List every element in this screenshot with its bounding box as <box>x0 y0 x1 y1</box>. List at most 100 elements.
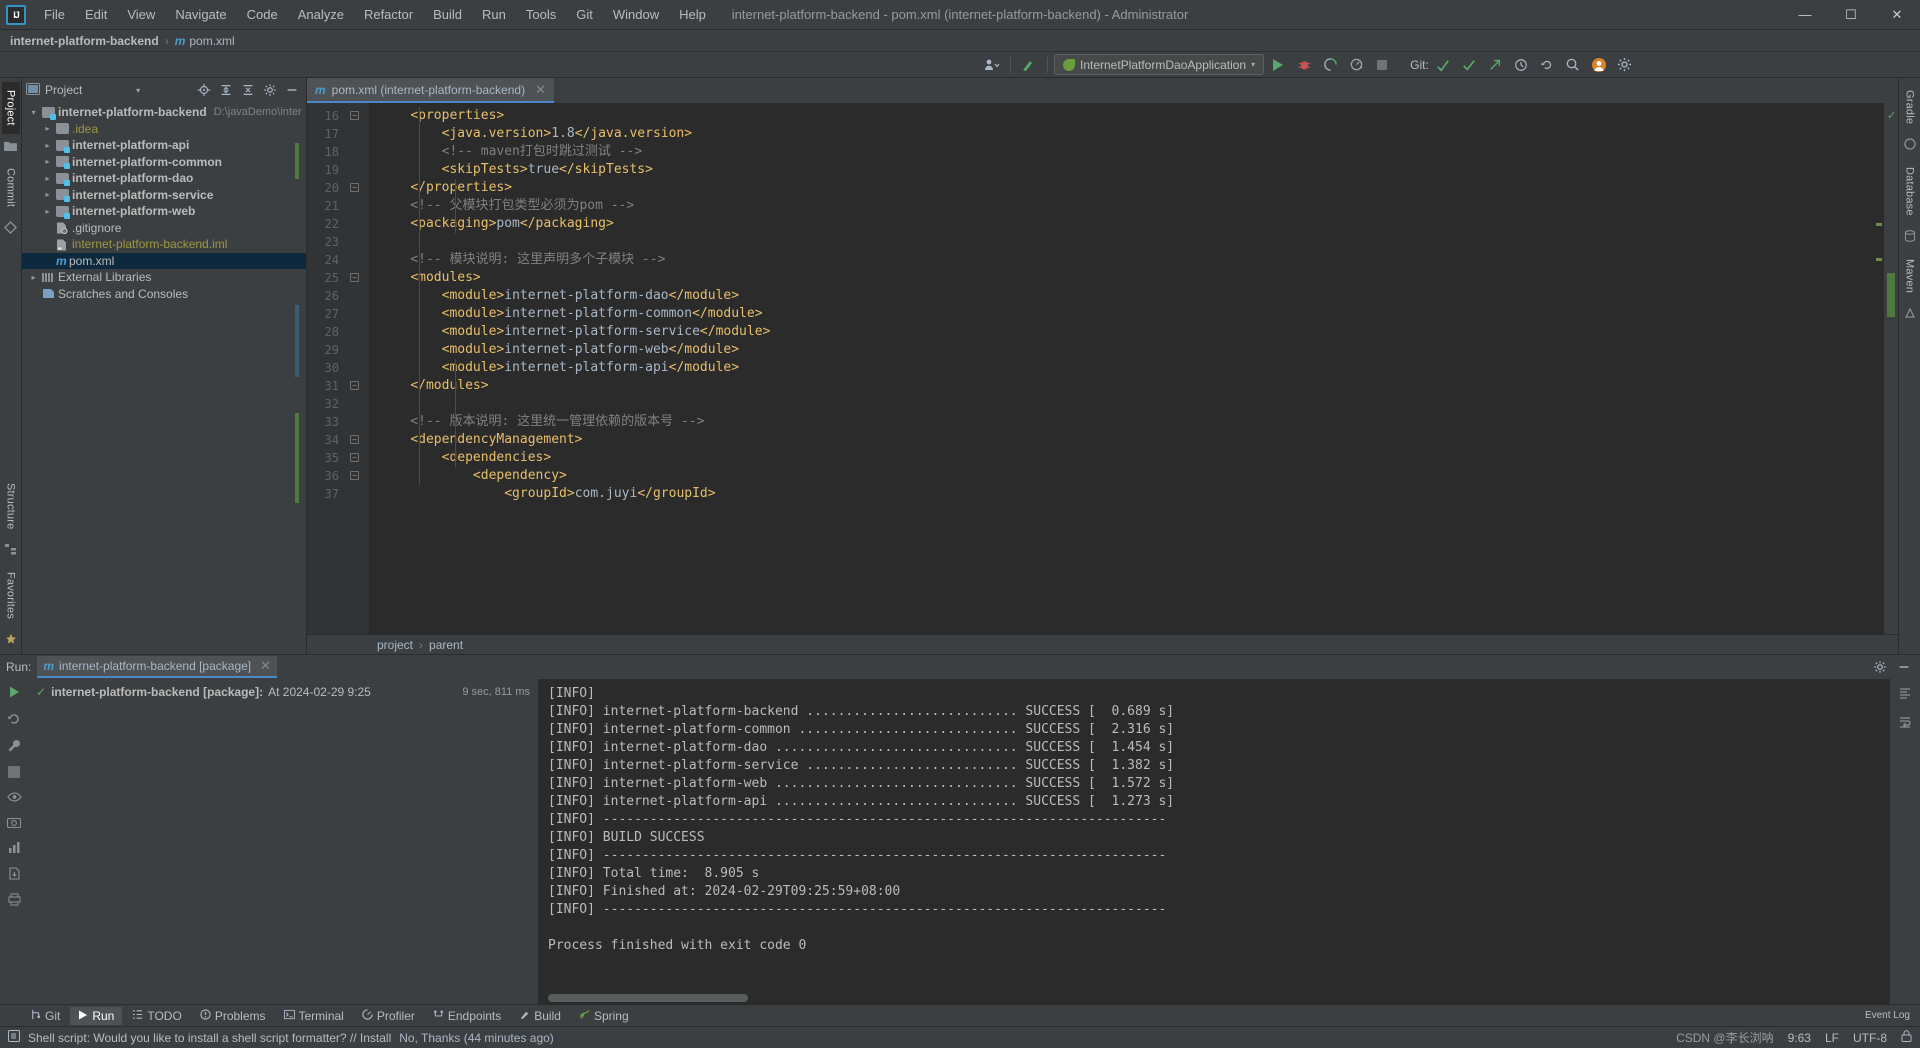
star-icon[interactable] <box>5 633 17 648</box>
chevron-right-icon[interactable]: ▸ <box>42 207 53 216</box>
code-line[interactable]: <!-- 父模块打包类型必须为pom --> <box>369 197 1872 215</box>
gutter-line-number[interactable]: 33 <box>295 413 369 431</box>
status-message-action[interactable]: No, Thanks (44 minutes ago) <box>399 1031 554 1045</box>
code-line[interactable]: <module>internet-platform-dao</module> <box>369 287 1872 305</box>
vcs-update-icon[interactable] <box>1017 54 1041 76</box>
close-button[interactable]: ✕ <box>1874 0 1920 29</box>
event-log-label[interactable]: Event Log <box>1865 1010 1910 1021</box>
menu-refactor[interactable]: Refactor <box>354 3 423 26</box>
code-line[interactable]: </modules> <box>369 377 1872 395</box>
code-line[interactable] <box>369 233 1872 251</box>
coverage-button[interactable] <box>1318 54 1342 76</box>
settings-icon[interactable] <box>260 80 280 100</box>
profile-button[interactable] <box>1344 54 1368 76</box>
fold-expand-icon[interactable]: − <box>350 183 359 192</box>
tool-button-problems[interactable]: Problems <box>192 1007 274 1025</box>
breadcrumb-parent[interactable]: parent <box>429 638 463 652</box>
gutter-line-number[interactable]: 30 <box>295 359 369 377</box>
gutter-line-number[interactable]: 35− <box>295 449 369 467</box>
editor-gutter[interactable]: 16−17 18 19 20−21 22 23 24 25−26 27 28 29 30 31−32 33… <box>295 103 369 634</box>
tree-node-internet-platform-service[interactable]: ▸ internet-platform-service <box>22 187 306 204</box>
run-tab[interactable]: m internet-platform-backend [package] ✕ <box>37 656 278 678</box>
menu-tools[interactable]: Tools <box>516 3 566 26</box>
git-history-icon[interactable] <box>1509 54 1533 76</box>
run-button[interactable] <box>1266 54 1290 76</box>
sidebar-item-favorites[interactable]: Favorites <box>2 564 20 627</box>
git-commit-icon[interactable] <box>1457 54 1481 76</box>
run-console-output[interactable]: [INFO] [INFO] internet-platform-backend .… <box>538 679 1890 1004</box>
git-rollback-icon[interactable] <box>1535 54 1559 76</box>
tree-node-internet-platform-backend[interactable]: ▾ internet-platform-backend D:\javaDemo\in… <box>22 104 306 121</box>
tree-node-pom-xml[interactable]: m pom.xml <box>22 252 306 269</box>
debug-button[interactable] <box>1292 54 1316 76</box>
code-line[interactable]: <module>internet-platform-api</module> <box>369 359 1872 377</box>
tree-node-internet-platform-dao[interactable]: ▸ internet-platform-dao <box>22 170 306 187</box>
hide-icon[interactable] <box>282 80 302 100</box>
gutter-line-number[interactable]: 19 <box>295 161 369 179</box>
rerun-failed-icon[interactable] <box>7 712 21 729</box>
tree-node-internet-platform-backend-iml[interactable]: internet-platform-backend.iml <box>22 236 306 253</box>
code-line[interactable]: <groupId>com.juyi</groupId> <box>369 485 1872 503</box>
navbar-project-crumb[interactable]: internet-platform-backend <box>6 33 163 49</box>
menu-help[interactable]: Help <box>669 3 716 26</box>
gutter-line-number[interactable]: 29 <box>295 341 369 359</box>
code-line[interactable]: <properties> <box>369 107 1872 125</box>
code-line[interactable]: <!-- 模块说明: 这里声明多个子模块 --> <box>369 251 1872 269</box>
camera-icon[interactable] <box>6 816 22 831</box>
menu-code[interactable]: Code <box>237 3 288 26</box>
chevron-right-icon[interactable]: ▸ <box>42 157 53 166</box>
gutter-line-number[interactable]: 28 <box>295 323 369 341</box>
maximize-button[interactable]: ☐ <box>1828 0 1874 29</box>
stop-icon[interactable] <box>8 766 20 781</box>
scroll-end-icon[interactable] <box>1898 687 1912 704</box>
gutter-line-number[interactable]: 22 <box>307 215 369 233</box>
gutter-line-number[interactable]: 34− <box>295 431 369 449</box>
hide-icon[interactable] <box>1894 657 1914 677</box>
search-icon[interactable] <box>1561 54 1585 76</box>
tool-button-git[interactable]: Git <box>22 1007 68 1025</box>
code-line[interactable] <box>369 395 1872 413</box>
export-icon[interactable] <box>8 867 21 883</box>
gutter-line-number[interactable]: 27 <box>295 305 369 323</box>
user-dropdown-icon[interactable] <box>980 54 1004 76</box>
tool-button-endpoints[interactable]: Endpoints <box>425 1007 509 1025</box>
tree-node-internet-platform-common[interactable]: ▸ internet-platform-common <box>22 154 306 171</box>
commit-icon[interactable] <box>4 220 17 237</box>
chevron-right-icon[interactable]: ▸ <box>42 190 53 199</box>
run-result-row[interactable]: ✓ internet-platform-backend [package]: A… <box>28 683 538 701</box>
gutter-line-number[interactable]: 16− <box>307 107 369 125</box>
code-line[interactable]: <!-- maven打包时跳过测试 --> <box>369 143 1872 161</box>
sidebar-item-structure[interactable]: Structure <box>2 475 20 537</box>
code-line[interactable]: <skipTests>true</skipTests> <box>369 161 1872 179</box>
soft-wrap-icon[interactable] <box>1898 716 1912 733</box>
gutter-line-number[interactable]: 23 <box>307 233 369 251</box>
tool-button-spring[interactable]: Spring <box>571 1007 637 1025</box>
menu-git[interactable]: Git <box>566 3 603 26</box>
code-line[interactable]: <packaging>pom</packaging> <box>369 215 1872 233</box>
code-editor[interactable]: 16−17 18 19 20−21 22 23 24 25−26 27 28 29 30 31−32 33… <box>295 103 1898 634</box>
code-line[interactable]: <module>internet-platform-common</module… <box>369 305 1872 323</box>
maven-icon[interactable] <box>1904 307 1916 322</box>
eye-icon[interactable] <box>6 791 22 806</box>
gutter-line-number[interactable]: 20− <box>307 179 369 197</box>
tool-button-profiler[interactable]: Profiler <box>354 1007 423 1025</box>
breadcrumb-project[interactable]: project <box>377 638 413 652</box>
gutter-line-number[interactable]: 24 <box>307 251 369 269</box>
gutter-line-number[interactable]: 36− <box>295 467 369 485</box>
git-push-icon[interactable] <box>1483 54 1507 76</box>
chevron-right-icon[interactable]: ▸ <box>28 273 39 282</box>
lock-icon[interactable] <box>1901 1030 1912 1045</box>
structure-icon[interactable] <box>4 543 17 558</box>
tree-node-gitignore[interactable]: .gitignore <box>22 220 306 237</box>
tool-button-run[interactable]: Run <box>70 1006 123 1025</box>
wrench-icon[interactable] <box>7 739 21 756</box>
chevron-down-icon[interactable]: ▾ <box>136 86 140 95</box>
chevron-right-icon[interactable]: ▸ <box>42 124 53 133</box>
close-icon[interactable]: ✕ <box>260 658 271 674</box>
file-encoding[interactable]: UTF-8 <box>1853 1031 1887 1045</box>
gutter-line-number[interactable]: 18 <box>295 143 369 161</box>
tool-button-build[interactable]: Build <box>511 1007 569 1025</box>
editor-code-text[interactable]: <properties> <java.version>1.8</java.ver… <box>369 103 1872 634</box>
fold-collapse-icon[interactable]: − <box>350 453 359 462</box>
navbar-file-crumb[interactable]: m pom.xml <box>171 33 239 49</box>
